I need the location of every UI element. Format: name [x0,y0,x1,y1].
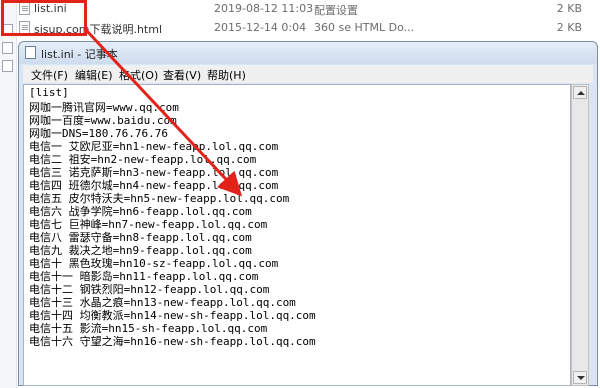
red-highlight-box [1,0,87,36]
text-line: [list] [29,86,69,99]
title-bar[interactable]: list.ini - 记事本 [19,42,597,64]
text-editor[interactable]: [list] 网咖一腾讯官网=www.qq.com 网咖一百度=www.baid… [23,84,571,386]
notepad-icon [25,46,36,59]
file-size: 2 KB [556,2,582,15]
notepad-window: list.ini - 记事本 文件(F) 编辑(E) 格式(O) 查看(V) 帮… [18,41,598,386]
file-type: 配置设置 [314,4,358,17]
monitor-icon [2,60,13,72]
scroll-down-arrow-icon [577,376,585,380]
file-date: 2019-08-12 11:03 [214,2,314,15]
menu-view[interactable]: 查看(V) [163,67,201,83]
file-row-list-ini[interactable]: list.ini 2019-08-12 11:03 配置设置 2 KB [16,0,600,18]
scroll-up-arrow-icon [577,91,585,95]
file-icon [2,42,13,54]
menu-edit[interactable]: 编辑(E) [75,67,113,83]
file-date: 2015-12-14 0:04 [214,21,307,34]
file-row-sisup-html[interactable]: sisup.com下载说明.html 2015-12-14 0:04 360 s… [16,19,600,37]
vertical-scrollbar[interactable] [571,84,589,386]
explorer-left-strip [0,0,17,388]
window-title: list.ini - 记事本 [41,48,118,61]
menu-bar: 文件(F) 编辑(E) 格式(O) 查看(V) 帮助(H) [23,65,593,83]
scroll-down-button[interactable] [573,371,587,384]
file-size: 2 KB [556,21,582,34]
menu-file[interactable]: 文件(F) [31,67,68,83]
menu-help[interactable]: 帮助(H) [207,67,246,83]
text-line: 电信十六 守望之海=hn16-new-sh-feapp.lol.qq.com [29,335,316,348]
file-type: 360 se HTML Do... [314,21,415,34]
menu-format[interactable]: 格式(O) [119,67,158,83]
scroll-up-button[interactable] [573,86,587,99]
